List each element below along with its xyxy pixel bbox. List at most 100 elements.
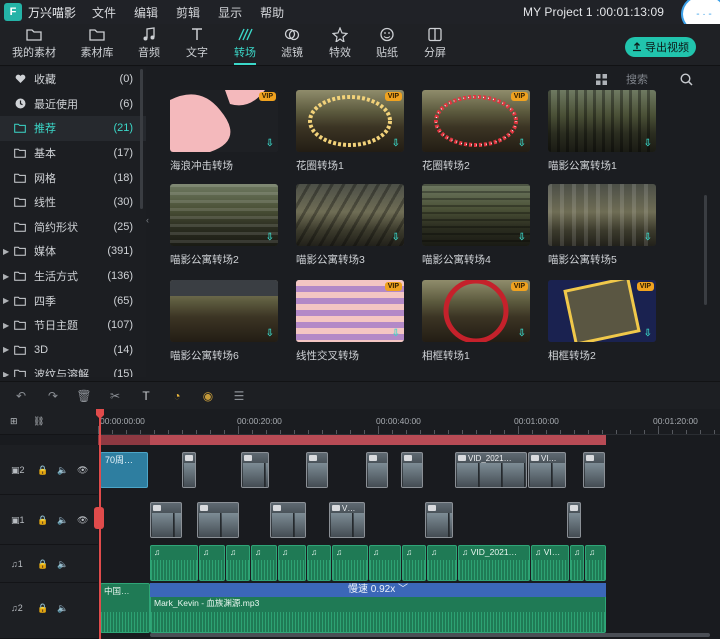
tab-stickers[interactable]: 贴纸: [363, 27, 411, 60]
speaker-icon[interactable]: 🔈: [57, 465, 68, 476]
tab-my-media[interactable]: 我的素材: [10, 27, 58, 60]
sidebar-item[interactable]: ▶ 四季 (65): [0, 288, 146, 313]
audio-clip[interactable]: ♫ VI…: [531, 545, 569, 581]
video-clip[interactable]: [270, 502, 306, 538]
video-clip[interactable]: [583, 452, 605, 488]
audio-clip[interactable]: ♫: [369, 545, 401, 581]
menu-clip[interactable]: 剪辑: [176, 4, 200, 21]
video-clip[interactable]: [241, 452, 269, 488]
eye-icon[interactable]: 👁: [77, 515, 88, 526]
video-clip[interactable]: [366, 452, 388, 488]
transition-card[interactable]: ⇩ 喵影公寓转场1: [548, 90, 656, 173]
lock-icon[interactable]: 🔒: [37, 603, 48, 614]
audio-clip[interactable]: ♫: [150, 545, 198, 581]
speed-icon[interactable]: ◔: [169, 388, 185, 404]
video-clip[interactable]: VID_2021…: [455, 452, 527, 488]
speaker-icon[interactable]: 🔈: [57, 515, 68, 526]
cut-icon[interactable]: ✂: [107, 388, 123, 404]
playhead-marker[interactable]: [94, 507, 104, 529]
transition-card[interactable]: VIP ⇩ 相框转场1: [422, 280, 530, 363]
tab-transitions[interactable]: 转场: [221, 27, 269, 65]
transition-thumbnail[interactable]: ⇩: [296, 184, 404, 246]
sidebar-item[interactable]: 基本 (17): [0, 141, 146, 166]
sidebar-item[interactable]: 推荐 (21): [0, 116, 146, 141]
export-button[interactable]: 导出视频: [625, 37, 696, 57]
text-clip[interactable]: 70周…: [100, 452, 148, 488]
video-clip[interactable]: [425, 502, 453, 538]
audio-clip[interactable]: ♫: [278, 545, 306, 581]
download-icon[interactable]: ⇩: [392, 328, 400, 339]
transition-card[interactable]: VIP ⇩ 花圈转场2: [422, 90, 530, 173]
timeline-scrollbar[interactable]: [150, 633, 710, 637]
transition-card[interactable]: ⇩ 喵影公寓转场4: [422, 184, 530, 267]
audio-clip[interactable]: ♫: [427, 545, 457, 581]
transition-card[interactable]: ⇩ 喵影公寓转场2: [170, 184, 278, 267]
audio-clip[interactable]: ♫: [402, 545, 426, 581]
menu-file[interactable]: 文件: [92, 4, 116, 21]
download-icon[interactable]: ⇩: [518, 328, 526, 339]
menu-view[interactable]: 显示: [218, 4, 242, 21]
sidebar-scrollbar[interactable]: [140, 69, 143, 209]
transition-card[interactable]: VIP ⇩ 海浪冲击转场: [170, 90, 278, 173]
video-clip[interactable]: [182, 452, 196, 488]
download-icon[interactable]: ⇩: [644, 328, 652, 339]
tab-split-screen[interactable]: 分屏: [411, 27, 459, 60]
sidebar-item[interactable]: ▶ 3D (14): [0, 338, 146, 363]
download-icon[interactable]: ⇩: [518, 232, 526, 243]
work-area-bar[interactable]: [98, 435, 606, 445]
transition-thumbnail[interactable]: ⇩: [422, 184, 530, 246]
download-icon[interactable]: ⇩: [644, 232, 652, 243]
transition-card[interactable]: ⇩ 喵影公寓转场6: [170, 280, 278, 363]
audio-clip[interactable]: ♫: [570, 545, 584, 581]
lock-icon[interactable]: 🔒: [37, 559, 48, 570]
transition-thumbnail[interactable]: VIP ⇩: [548, 280, 656, 342]
audio-clip[interactable]: ♫: [332, 545, 368, 581]
undo-icon[interactable]: ↶: [13, 388, 29, 404]
download-icon[interactable]: ⇩: [644, 138, 652, 149]
transition-thumbnail[interactable]: VIP ⇩: [422, 280, 530, 342]
color-icon[interactable]: ◉: [200, 388, 216, 404]
transition-card[interactable]: ⇩ 喵影公寓转场5: [548, 184, 656, 267]
link-icon[interactable]: ⛓: [33, 416, 44, 427]
transition-thumbnail[interactable]: ⇩: [170, 184, 278, 246]
video-clip[interactable]: V…: [329, 502, 365, 538]
tab-text[interactable]: 文字: [173, 27, 221, 60]
menu-help[interactable]: 帮助: [260, 4, 284, 21]
expand-caret-icon[interactable]: ▶: [3, 247, 9, 256]
audio-clip[interactable]: ♫: [585, 545, 606, 581]
download-icon[interactable]: ⇩: [266, 138, 274, 149]
delete-icon[interactable]: 🗑: [76, 388, 92, 404]
add-text-icon[interactable]: T: [138, 388, 154, 404]
transition-thumbnail[interactable]: VIP ⇩: [296, 280, 404, 342]
transition-card[interactable]: ⇩ 喵影公寓转场3: [296, 184, 404, 267]
transition-thumbnail[interactable]: ⇩: [548, 184, 656, 246]
menu-edit[interactable]: 编辑: [134, 4, 158, 21]
sidebar-item[interactable]: ▶ 媒体 (391): [0, 239, 146, 264]
expand-caret-icon[interactable]: ▶: [3, 321, 9, 330]
time-ruler[interactable]: 00:00:00:00 00:00:20:00 00:00:40:00 00:0…: [98, 409, 720, 435]
audio-clip[interactable]: ♫ VID_2021…: [458, 545, 530, 581]
video-clip[interactable]: VI…: [528, 452, 566, 488]
music-clip[interactable]: 中国…: [100, 583, 150, 633]
speaker-icon[interactable]: 🔈: [57, 559, 68, 570]
video-clip[interactable]: [306, 452, 328, 488]
add-track-icon[interactable]: ⊞: [10, 416, 18, 427]
transition-card[interactable]: VIP ⇩ 线性交叉转场: [296, 280, 404, 363]
transition-card[interactable]: VIP ⇩ 花圈转场1: [296, 90, 404, 173]
video-clip[interactable]: [197, 502, 239, 538]
tab-effects[interactable]: 特效: [316, 27, 364, 60]
sidebar-item[interactable]: 收藏 (0): [0, 67, 146, 92]
audio-clip[interactable]: ♫: [307, 545, 331, 581]
eye-icon[interactable]: 👁: [77, 465, 88, 476]
expand-caret-icon[interactable]: ▶: [3, 370, 9, 377]
sidebar-item[interactable]: 线性 (30): [0, 190, 146, 215]
transition-thumbnail[interactable]: VIP ⇩: [422, 90, 530, 152]
sidebar-item[interactable]: ▶ 生活方式 (136): [0, 264, 146, 289]
expand-caret-icon[interactable]: ▶: [3, 272, 9, 281]
transition-thumbnail[interactable]: ⇩: [548, 90, 656, 152]
tab-filters[interactable]: 滤镜: [268, 27, 316, 60]
grid-view-icon[interactable]: [596, 74, 607, 85]
audio-clip[interactable]: ♫: [199, 545, 225, 581]
expand-caret-icon[interactable]: ▶: [3, 345, 9, 354]
tab-media-library[interactable]: 素材库: [73, 27, 121, 60]
